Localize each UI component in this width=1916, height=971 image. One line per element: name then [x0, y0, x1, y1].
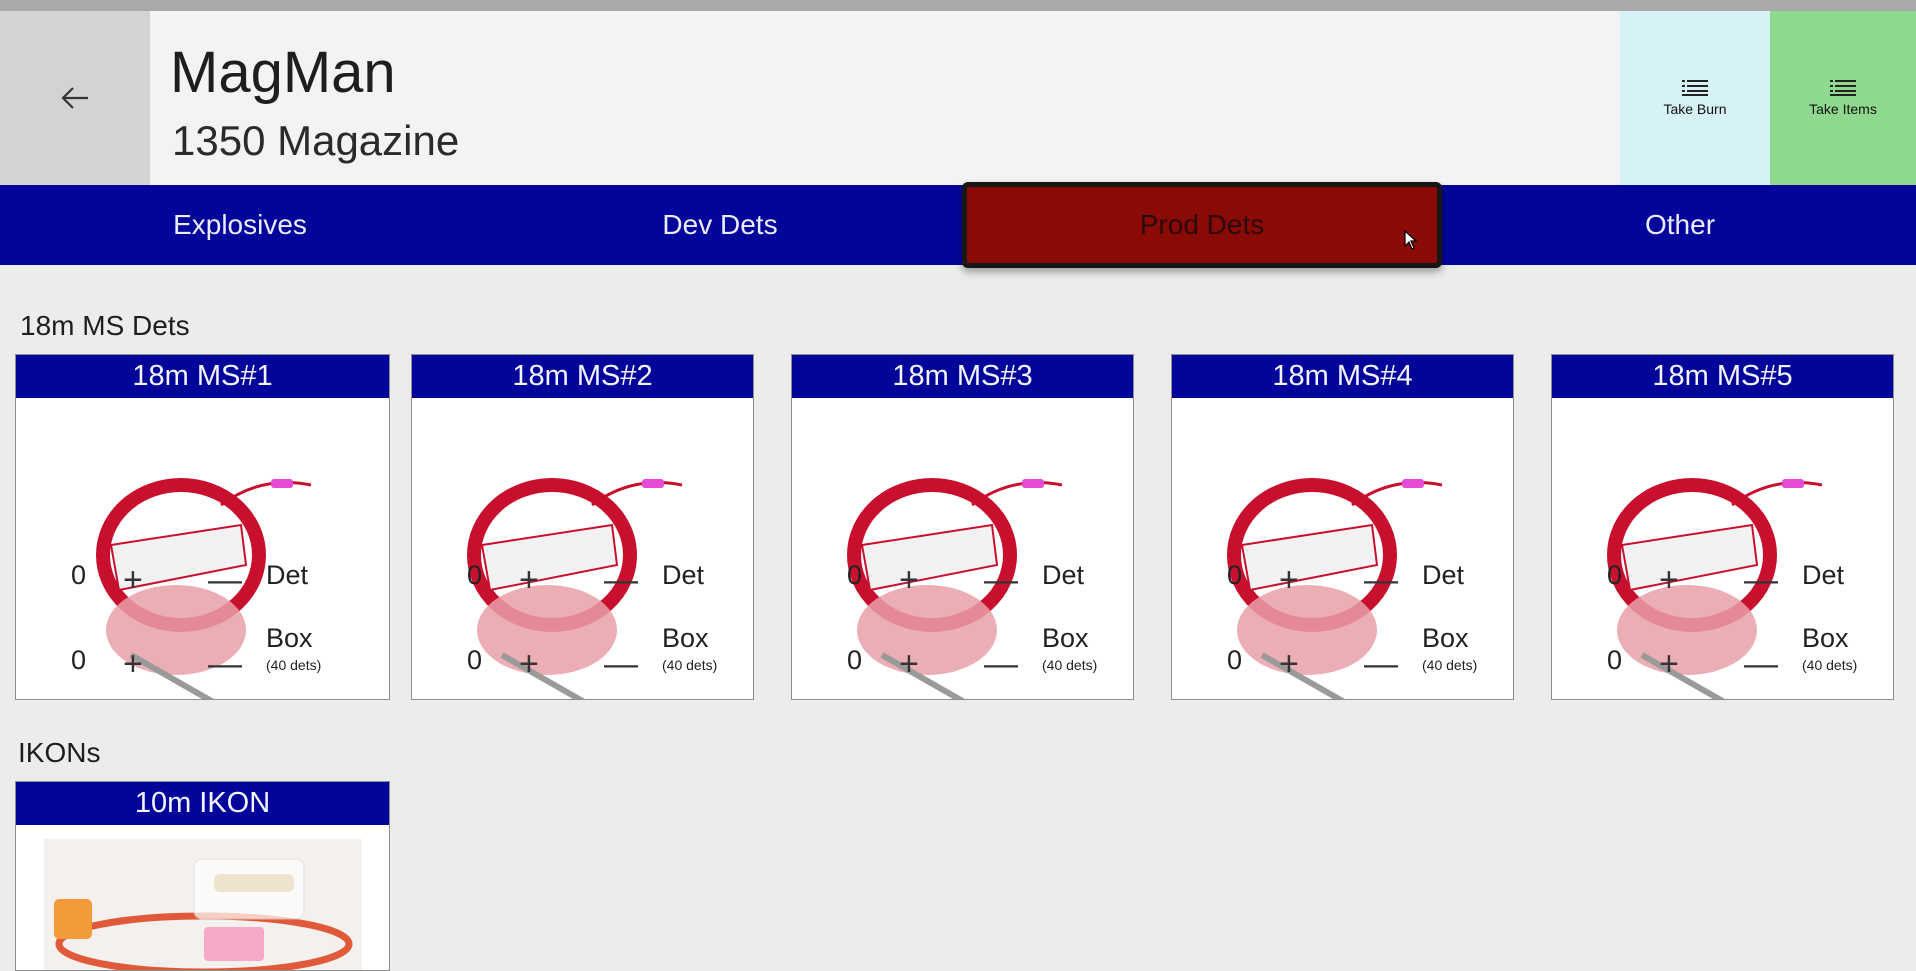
box-plus-button[interactable]: + — [1659, 647, 1679, 681]
box-plus-button[interactable]: + — [1279, 647, 1299, 681]
back-button[interactable] — [0, 11, 150, 185]
det-quantity: 0 — [467, 560, 483, 590]
det-minus-button[interactable]: — — [208, 563, 242, 597]
box-unit-label: Box — [266, 623, 313, 653]
det-quantity: 0 — [1607, 560, 1623, 590]
card-title: 18m MS#3 — [792, 355, 1133, 398]
det-unit-label: Det — [1802, 560, 1845, 590]
box-unit-label: Box — [1042, 623, 1089, 653]
box-plus-button[interactable]: + — [519, 647, 539, 681]
tab-prod-dets[interactable]: Prod Dets — [962, 182, 1442, 268]
det-unit-label: Det — [662, 560, 705, 590]
card-title: 18m MS#2 — [412, 355, 753, 398]
window-top-strip — [0, 0, 1916, 11]
det-unit-label: Det — [266, 560, 309, 590]
take-burn-button[interactable]: Take Burn — [1620, 11, 1770, 185]
det-card-ms4: 18m MS#4 0 + — Det 0 + — Box (40 dets) — [1171, 354, 1514, 700]
det-minus-button[interactable]: — — [604, 563, 638, 597]
det-plus-button[interactable]: + — [1279, 563, 1299, 597]
det-card-ms3: 18m MS#3 0 + — Det 0 + — Box (40 dets) — [791, 354, 1134, 700]
app-title: MagMan — [170, 40, 396, 105]
tab-explosives[interactable]: Explosives — [0, 185, 480, 265]
det-plus-button[interactable]: + — [1659, 563, 1679, 597]
section-title-ikons: IKONs — [18, 737, 101, 768]
det-minus-button[interactable]: — — [1744, 563, 1778, 597]
det-quantity: 0 — [1227, 560, 1243, 590]
det-card-ms2: 18m MS#2 0 + — Det 0 + — Box (40 dets) — [411, 354, 754, 700]
mouse-cursor-icon — [1404, 230, 1418, 250]
tab-other[interactable]: Other — [1440, 185, 1916, 265]
box-plus-button[interactable]: + — [899, 647, 919, 681]
box-minus-button[interactable]: — — [208, 647, 242, 681]
take-items-button[interactable]: Take Items — [1770, 11, 1916, 185]
tab-dev-dets[interactable]: Dev Dets — [480, 185, 960, 265]
category-tab-bar: Explosives Dev Dets Prod Dets Other — [0, 182, 1916, 268]
magazine-name: 1350 Magazine — [172, 117, 460, 164]
box-unit-label: Box — [1422, 623, 1469, 653]
box-unit-label: Box — [1802, 623, 1849, 653]
det-plus-button[interactable]: + — [519, 563, 539, 597]
det-card-ms5: 18m MS#5 0 + — Det 0 + — Box (40 dets) — [1551, 354, 1894, 700]
box-minus-button[interactable]: — — [1744, 647, 1778, 681]
det-unit-label: Det — [1042, 560, 1085, 590]
box-minus-button[interactable]: — — [1364, 647, 1398, 681]
box-quantity: 0 — [467, 645, 483, 675]
box-unit-label: Box — [662, 623, 709, 653]
section-title-18m-ms-dets: 18m MS Dets — [20, 310, 190, 341]
card-title: 10m IKON — [16, 782, 389, 825]
box-quantity: 0 — [1227, 645, 1243, 675]
list-icon — [1682, 80, 1708, 96]
det-quantity: 0 — [847, 560, 863, 590]
box-quantity: 0 — [1607, 645, 1623, 675]
det-plus-button[interactable]: + — [899, 563, 919, 597]
det-minus-button[interactable]: — — [984, 563, 1018, 597]
card-title: 18m MS#1 — [16, 355, 389, 398]
det-plus-button[interactable]: + — [123, 563, 143, 597]
take-items-label: Take Items — [1809, 101, 1877, 117]
ikon-detonator-image — [44, 839, 362, 970]
ikon-card-10m: 10m IKON — [15, 781, 390, 971]
list-icon — [1830, 80, 1856, 96]
card-title: 18m MS#4 — [1172, 355, 1513, 398]
box-minus-button[interactable]: — — [984, 647, 1018, 681]
box-plus-button[interactable]: + — [123, 647, 143, 681]
box-size-note: (40 dets) — [1422, 657, 1478, 673]
det-minus-button[interactable]: — — [1364, 563, 1398, 597]
card-title: 18m MS#5 — [1552, 355, 1893, 398]
box-quantity: 0 — [71, 645, 87, 675]
box-size-note: (40 dets) — [266, 657, 322, 673]
box-minus-button[interactable]: — — [604, 647, 638, 681]
det-card-ms1: 18m MS#1 0 + — Det 0 + — Box (40 dets) — [15, 354, 390, 700]
box-quantity: 0 — [847, 645, 863, 675]
det-quantity: 0 — [71, 560, 87, 590]
box-size-note: (40 dets) — [1042, 657, 1098, 673]
det-unit-label: Det — [1422, 560, 1465, 590]
box-size-note: (40 dets) — [662, 657, 718, 673]
box-size-note: (40 dets) — [1802, 657, 1858, 673]
back-arrow-icon — [61, 87, 88, 109]
app-header: MagMan 1350 Magazine Take Burn Take Item… — [0, 11, 1916, 185]
take-burn-label: Take Burn — [1663, 101, 1727, 117]
